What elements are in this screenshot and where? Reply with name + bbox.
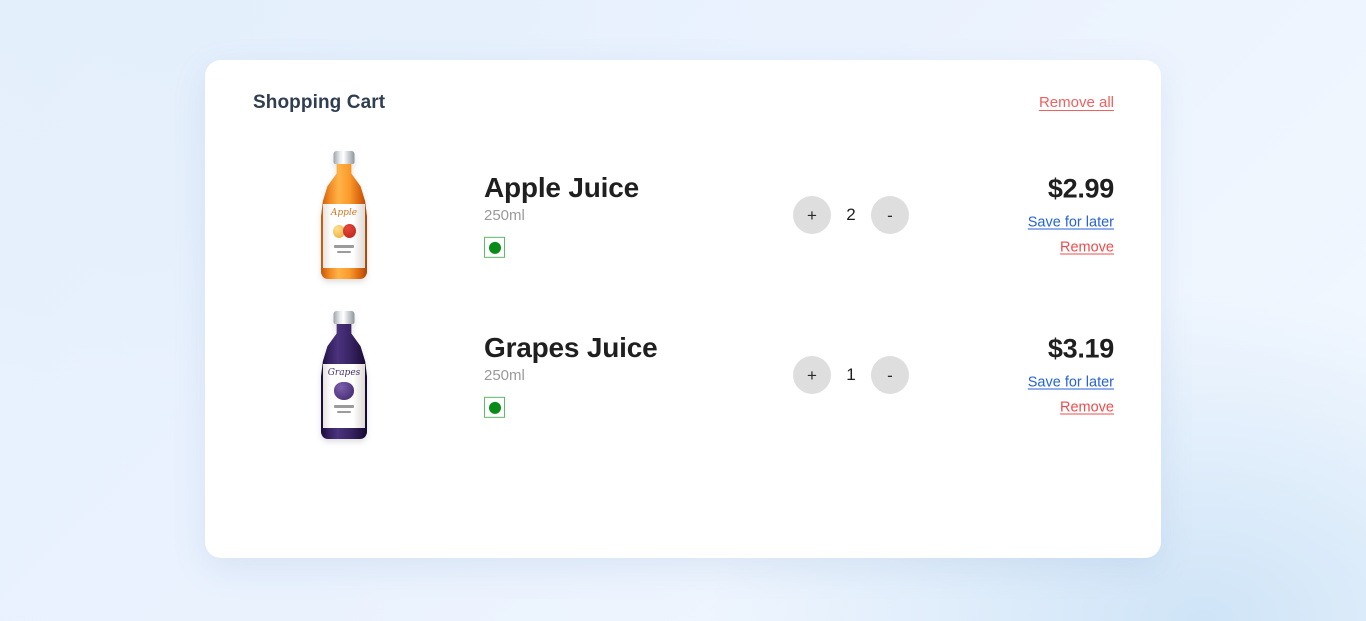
product-name: Apple Juice bbox=[484, 171, 639, 203]
bottle-label: Grapes bbox=[323, 364, 365, 428]
page-title: Shopping Cart bbox=[253, 91, 386, 113]
product-name: Grapes Juice bbox=[484, 331, 658, 363]
juice-bottle-icon: Grapes bbox=[321, 311, 367, 439]
product-info: Grapes Juice 250ml bbox=[484, 331, 658, 419]
product-price: $2.99 bbox=[1047, 173, 1114, 204]
cart-item-row: Apple Apple Juice 250ml + 2 - $2.99 Save… bbox=[205, 135, 1161, 295]
quantity-value: 2 bbox=[846, 205, 856, 224]
save-for-later-link[interactable]: Save for later bbox=[1028, 375, 1114, 391]
bottle-label-brand: Apple bbox=[330, 208, 358, 218]
vegetarian-dot bbox=[488, 241, 501, 254]
product-pricing: $2.99 Save for later Remove bbox=[1028, 173, 1115, 255]
bottle-label-lines bbox=[334, 245, 354, 253]
product-pricing: $3.19 Save for later Remove bbox=[1028, 333, 1115, 415]
shopping-cart-card: Shopping Cart Remove all Apple Apple Jui… bbox=[205, 60, 1161, 558]
save-for-later-link[interactable]: Save for later bbox=[1028, 215, 1114, 231]
bottle-label-brand: Grapes bbox=[327, 368, 361, 378]
juice-bottle-icon: Apple bbox=[321, 151, 367, 279]
vegetarian-dot bbox=[488, 401, 501, 414]
vegetarian-mark-icon bbox=[484, 237, 505, 259]
bottle-cap bbox=[333, 151, 355, 164]
remove-item-link[interactable]: Remove bbox=[1060, 240, 1114, 255]
bottle-label-lines bbox=[334, 405, 354, 413]
product-info: Apple Juice 250ml bbox=[484, 171, 639, 259]
cart-header: Shopping Cart Remove all bbox=[253, 87, 1114, 117]
apple-fruit-icon bbox=[331, 221, 357, 241]
decrease-quantity-button[interactable]: - bbox=[871, 356, 909, 394]
increase-quantity-button[interactable]: + bbox=[793, 356, 831, 394]
product-volume: 250ml bbox=[484, 207, 525, 225]
quantity-value: 1 bbox=[846, 365, 856, 384]
remove-all-link[interactable]: Remove all bbox=[1039, 95, 1114, 110]
bottle-cap bbox=[333, 311, 355, 324]
increase-quantity-button[interactable]: + bbox=[793, 196, 831, 234]
product-image-grapes-juice: Grapes bbox=[288, 305, 400, 445]
decrease-quantity-button[interactable]: - bbox=[871, 196, 909, 234]
vegetarian-mark-icon bbox=[484, 397, 505, 419]
product-image-apple-juice: Apple bbox=[288, 145, 400, 285]
cart-item-row: Grapes Grapes Juice 250ml + 1 - $3.19 Sa… bbox=[205, 295, 1161, 455]
grape-fruit-icon bbox=[331, 381, 357, 401]
remove-item-link[interactable]: Remove bbox=[1060, 400, 1114, 415]
product-price: $3.19 bbox=[1047, 333, 1114, 364]
bottle-label: Apple bbox=[323, 204, 365, 268]
cart-items-list: Apple Apple Juice 250ml + 2 - $2.99 Save… bbox=[205, 135, 1161, 455]
quantity-stepper: + 1 - bbox=[793, 356, 909, 394]
product-volume: 250ml bbox=[484, 367, 525, 385]
quantity-stepper: + 2 - bbox=[793, 196, 909, 234]
